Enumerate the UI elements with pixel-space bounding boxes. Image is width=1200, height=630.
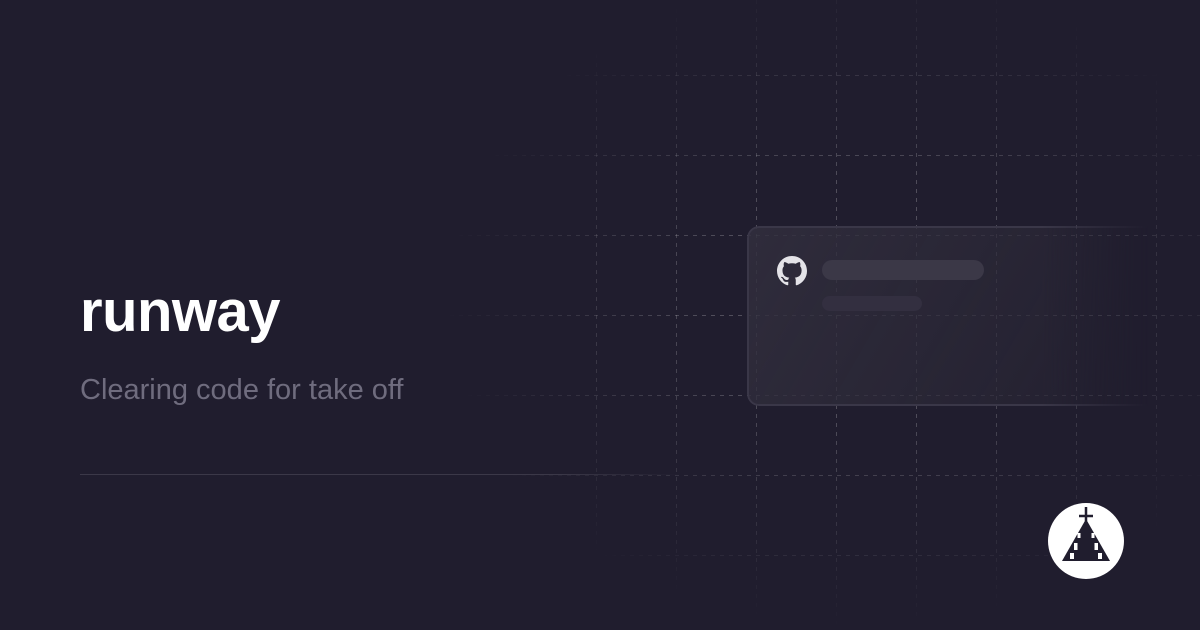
github-icon [777,256,807,286]
grid-line [0,475,1200,476]
brand-title: runway [80,279,281,344]
subtitle-placeholder-bar [822,296,922,311]
grid-line [0,75,1200,76]
grid-line [0,555,1200,556]
title-placeholder-bar [822,260,984,280]
grid-line [0,155,1200,156]
divider [80,474,680,475]
brand-tagline: Clearing code for take off [80,374,404,406]
runway-logo-icon [1048,503,1124,579]
repo-card-placeholder [747,226,1169,406]
